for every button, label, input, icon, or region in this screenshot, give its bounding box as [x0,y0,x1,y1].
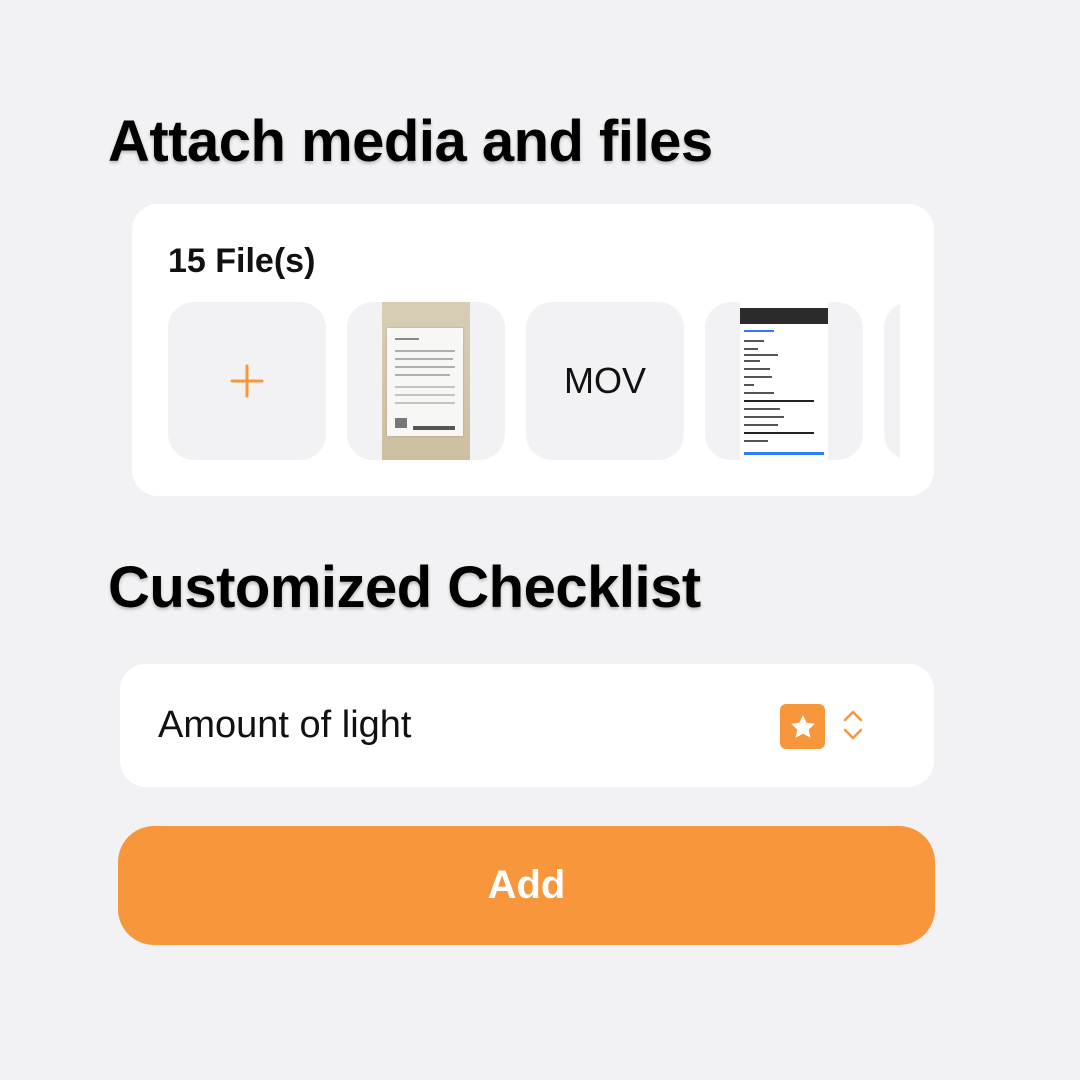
screenshot-image [740,302,828,460]
file-thumbnail-video[interactable]: MOV [526,302,684,460]
add-button[interactable]: Add [118,826,935,945]
page: Attach media and files 15 File(s) MOV Cu… [0,0,1080,1080]
section-title-attach: Attach media and files [108,109,713,174]
file-count: 15 File(s) [168,242,316,280]
star-icon[interactable] [780,704,825,749]
add-file-button[interactable] [168,302,326,460]
video-type-label: MOV [563,360,646,401]
thumbnail-strip[interactable]: MOV [168,302,900,460]
section-title-checklist: Customized Checklist [108,555,701,620]
document-photo-image [382,302,470,460]
chevron-up-down-icon[interactable] [842,708,864,747]
checklist-item-label: Amount of light [158,704,412,746]
file-thumbnail-partial[interactable] [884,302,900,460]
checklist-item[interactable]: Amount of light [120,664,934,787]
plus-icon [230,364,264,398]
file-thumbnail-document-photo[interactable] [347,302,505,460]
file-thumbnail-screenshot[interactable] [705,302,863,460]
attachments-card: 15 File(s) MOV [132,204,934,496]
